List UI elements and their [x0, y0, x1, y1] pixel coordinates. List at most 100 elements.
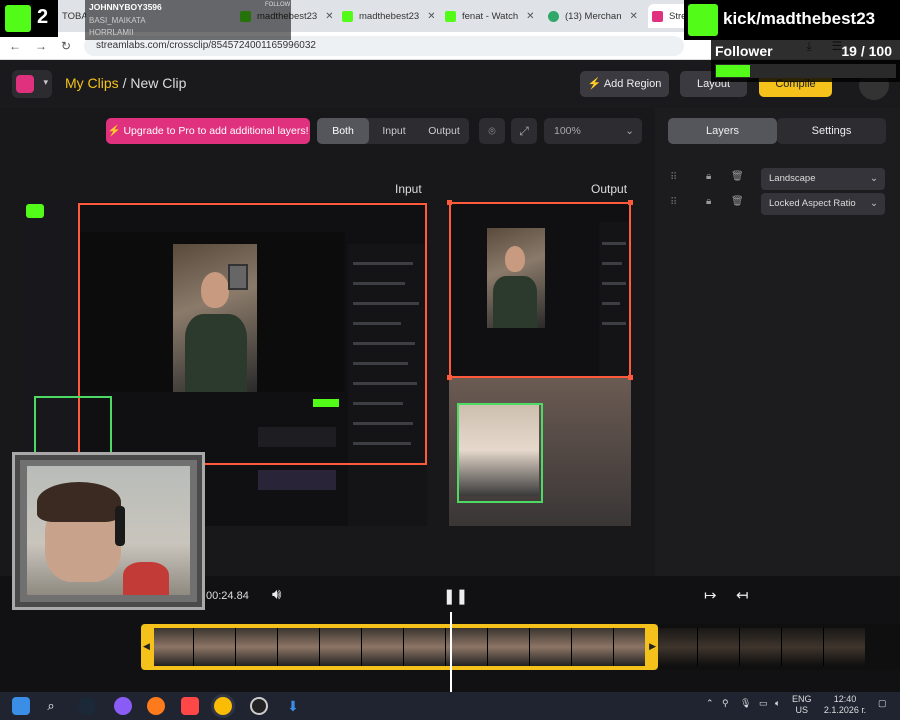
trim-handle-left-icon[interactable]: ◀	[143, 641, 150, 652]
resize-handle[interactable]	[447, 375, 452, 380]
speaker-icon[interactable]: 🔈︎	[775, 698, 780, 709]
chevron-up-icon[interactable]: ⌃	[706, 698, 714, 709]
upgrade-label: Upgrade to Pro to add additional layers!	[123, 125, 309, 137]
language-indicator[interactable]: ENG US	[792, 694, 812, 716]
tab-layers[interactable]: Layers	[668, 118, 777, 144]
kick-channel-banner: kick/madthebest23	[684, 0, 900, 40]
steam-icon[interactable]	[78, 697, 96, 715]
event-user: JOHNNYBOY3596	[89, 2, 162, 12]
lock-icon[interactable]: 🔒︎	[706, 171, 711, 182]
kick-logo-icon	[688, 4, 718, 36]
zoom-value: 100%	[554, 125, 581, 137]
drag-handle-icon[interactable]: ⠿	[670, 197, 677, 208]
breadcrumb-my-clips[interactable]: My Clips	[65, 75, 119, 91]
back-icon[interactable]: ←	[6, 37, 24, 55]
trim-start-icon[interactable]: ↤	[736, 586, 749, 604]
pause-icon[interactable]: ❚❚	[443, 587, 468, 605]
tab-madthebest23-2[interactable]: madthebest23 ✕	[342, 4, 434, 28]
layer-type-value: Locked Aspect Ratio	[769, 198, 856, 209]
lock-icon[interactable]: 🔒︎	[706, 196, 711, 207]
tab-settings[interactable]: Settings	[777, 118, 886, 144]
output-region-main[interactable]	[449, 202, 631, 378]
clock-time: 12:40	[833, 694, 857, 704]
microphone-icon[interactable]: 🎙︎	[740, 698, 751, 709]
trash-icon[interactable]: 🗑︎	[731, 196, 744, 207]
close-icon[interactable]: ✕	[526, 11, 534, 22]
zoom-select[interactable]: 100% ⌄	[544, 118, 642, 144]
input-crop-region-main[interactable]	[78, 203, 427, 465]
tab-label: TOBA	[62, 10, 86, 22]
trim-end-icon[interactable]: ↦	[704, 586, 717, 604]
breadcrumb-separator: /	[122, 75, 127, 91]
tab-label: fenat - Watch	[462, 10, 519, 22]
tab-toba[interactable]: TOBA	[62, 4, 86, 28]
breadcrumb: My Clips / New Clip	[65, 75, 186, 91]
kick-badge: 2	[0, 0, 58, 37]
discord-icon[interactable]	[114, 697, 132, 715]
layer-type-value: Landscape	[769, 173, 816, 184]
layer-row: ⠿ 🔒︎ 🗑︎ Landscape ⌄	[668, 168, 886, 190]
kick-channel-name: kick/madthebest23	[723, 9, 876, 28]
ea-app-icon[interactable]	[181, 697, 199, 715]
tab-streamlabs[interactable]: Strea	[648, 4, 688, 28]
follower-goal-count: 19 / 100	[841, 43, 892, 59]
app-switcher[interactable]: ▾	[12, 70, 52, 98]
windows-start-icon[interactable]	[12, 697, 30, 715]
display-icon[interactable]: ▭	[759, 698, 768, 709]
chair	[123, 562, 169, 595]
focus-icon[interactable]: ⌾	[479, 118, 505, 144]
trim-handle-right-icon[interactable]: ▶	[649, 641, 656, 652]
add-region-label: Add Region	[603, 78, 662, 90]
tab-merchan[interactable]: (13) Merchan ✕	[548, 4, 644, 28]
download-icon[interactable]: ⬇	[284, 697, 302, 715]
view-output-button[interactable]: Output	[419, 118, 469, 144]
resize-handle[interactable]	[628, 200, 633, 205]
reload-icon[interactable]: ↻	[57, 37, 75, 55]
clock[interactable]: 12:40 2.1.2026 г.	[820, 694, 870, 716]
view-both-button[interactable]: Both	[317, 118, 369, 144]
firefox-icon[interactable]	[147, 697, 165, 715]
upgrade-button[interactable]: ⚡ Upgrade to Pro to add additional layer…	[106, 118, 310, 144]
event-user-3: HORRLAMII	[89, 28, 134, 37]
webcam-feed	[27, 466, 190, 595]
region-code: US	[795, 705, 809, 715]
chevron-down-icon: ⌄	[870, 198, 878, 209]
obs-icon[interactable]	[250, 697, 268, 715]
forward-icon[interactable]: →	[32, 37, 50, 55]
network-icon[interactable]: ⚲	[722, 698, 729, 709]
resize-handle[interactable]	[628, 375, 633, 380]
clock-date: 2.1.2026 г.	[823, 705, 867, 715]
trash-icon[interactable]: 🗑︎	[731, 171, 744, 182]
volume-icon[interactable]: 🔊︎	[272, 586, 281, 603]
notification-icon[interactable]: ▢	[878, 698, 887, 709]
banner	[258, 470, 336, 490]
playhead[interactable]	[450, 612, 452, 692]
close-icon[interactable]: ✕	[630, 11, 638, 22]
chrome-icon[interactable]	[214, 697, 232, 715]
input-crop-region-webcam[interactable]	[34, 396, 112, 454]
resize-handle[interactable]	[447, 200, 452, 205]
close-icon[interactable]: ✕	[427, 11, 434, 22]
layer-row: ⠿ 🔒︎ 🗑︎ Locked Aspect Ratio ⌄	[668, 193, 886, 215]
panel-tabs: Layers Settings	[668, 118, 886, 144]
kick-logo-icon	[5, 5, 31, 32]
follower-goal: Follower 19 / 100	[711, 40, 900, 82]
output-region-webcam[interactable]	[457, 403, 543, 503]
view-input-button[interactable]: Input	[369, 118, 419, 144]
drag-handle-icon[interactable]: ⠿	[670, 172, 677, 183]
stream-event-chip: JOHNNYBOY3596 BASI_MAIKATA HORRLAMII FOL…	[85, 0, 291, 40]
lang-code: ENG	[792, 694, 812, 704]
event-user-2: BASI_MAIKATA	[89, 16, 146, 25]
kick-icon	[342, 10, 353, 22]
layer-type-select[interactable]: Locked Aspect Ratio ⌄	[761, 193, 885, 215]
close-icon[interactable]: ✕	[325, 11, 332, 22]
expand-icon[interactable]: ⤢	[511, 118, 537, 144]
headset	[115, 506, 125, 546]
kick-icon	[445, 10, 456, 22]
layer-type-select[interactable]: Landscape ⌄	[761, 168, 885, 190]
trim-selection[interactable]: ◀ ▶	[141, 624, 658, 670]
add-region-button[interactable]: ⚡ Add Region	[580, 71, 669, 97]
tab-fenat-watch[interactable]: fenat - Watch ✕	[445, 4, 541, 28]
search-icon[interactable]: ⌕	[42, 697, 60, 715]
streamlabs-logo-icon	[16, 75, 34, 93]
